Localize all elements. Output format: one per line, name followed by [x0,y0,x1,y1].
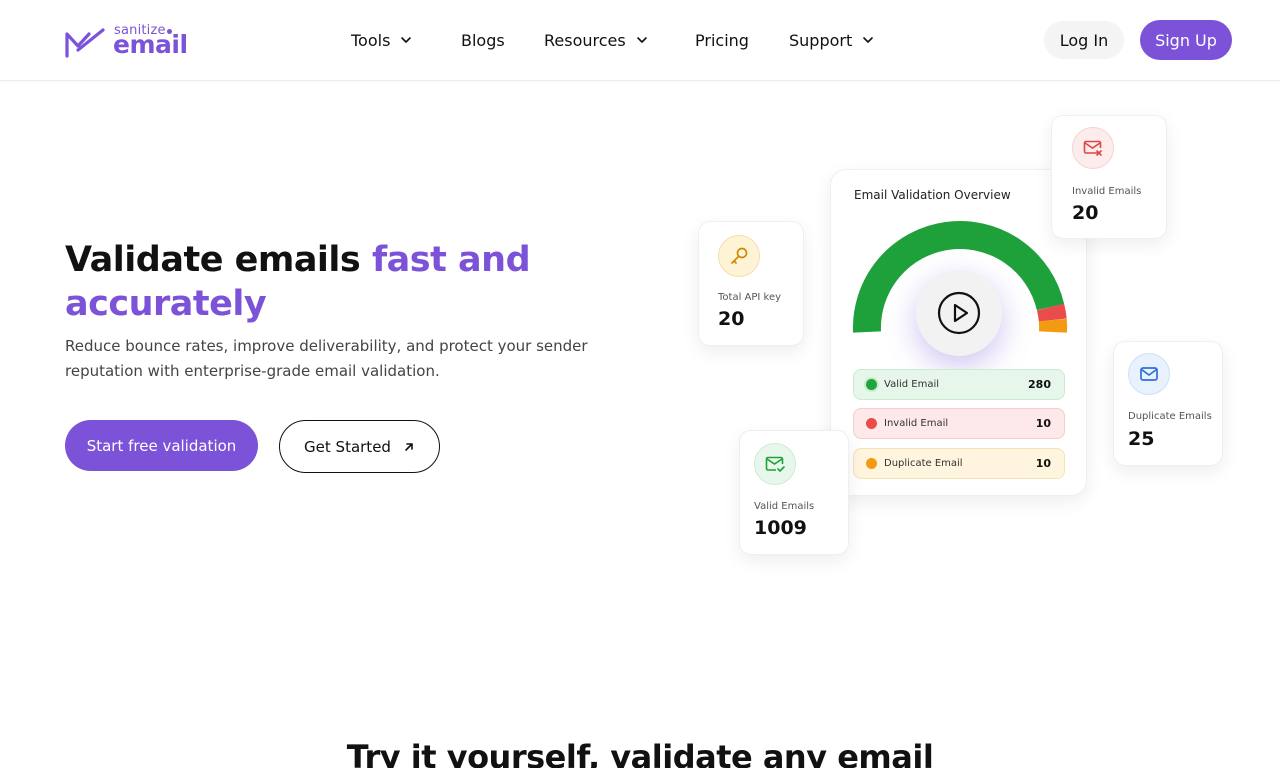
mail-check-icon [754,443,796,485]
menu-tools[interactable]: Tools [351,28,413,52]
duplicate-emails-card: Duplicate Emails 25 [1113,341,1223,466]
status-dot [866,418,877,429]
try-it-section-title: Try it yourself, validate any email [346,738,934,768]
menu-resources-label: Resources [544,30,626,50]
logo-text-big: email [113,30,188,59]
duplicate-card-label: Duplicate Emails [1128,411,1212,422]
invalid-email-row: Invalid Email 10 [853,408,1065,439]
brand-logo[interactable]: sanitize email [64,22,194,62]
get-started-button[interactable]: Get Started [279,420,440,473]
login-button[interactable]: Log In [1044,21,1124,59]
status-dot [866,458,877,469]
menu-tools-label: Tools [351,30,391,50]
arrow-up-right-icon [405,442,413,451]
chevron-down-icon [636,37,647,43]
duplicate-email-label: Duplicate Email [884,458,963,469]
duplicate-card-value: 25 [1128,428,1155,450]
invalid-email-count: 10 [1035,417,1051,430]
mail-x-icon [1072,127,1114,169]
logo-mark-icon [65,28,105,58]
valid-email-label: Valid Email [884,379,940,390]
menu-support-label: Support [789,30,853,50]
menu-blogs[interactable]: Blogs [461,28,505,52]
invalid-email-label: Invalid Email [884,418,949,429]
menu-blogs-label: Blogs [461,30,505,50]
duplicate-email-row: Duplicate Email 10 [853,448,1065,479]
valid-emails-card: Valid Emails 1009 [739,430,849,555]
valid-email-row: Valid Email 280 [853,369,1065,400]
mail-icon [1128,353,1170,395]
total-api-key-card: Total API key 20 [698,221,804,346]
api-card-value: 20 [718,308,745,330]
chevron-down-icon [401,37,412,43]
valid-card-value: 1009 [754,517,807,539]
api-card-label: Total API key [718,292,782,303]
valid-card-label: Valid Emails [754,501,815,512]
valid-email-count: 280 [1028,378,1051,391]
hero-subtitle: Reduce bounce rates, improve deliverabil… [65,337,588,380]
duplicate-email-count: 10 [1035,457,1051,470]
menu-pricing[interactable]: Pricing [695,28,749,52]
get-started-label: Get Started [304,437,391,456]
menu-support[interactable]: Support [789,28,875,52]
play-video-button[interactable] [916,270,1002,356]
invalid-card-value: 20 [1072,202,1099,224]
hero-title: Validate emails fast and accurately [65,238,625,326]
menu-pricing-label: Pricing [695,30,749,50]
status-dot [866,379,877,390]
overview-title: Email Validation Overview [854,188,1011,202]
start-free-validation-button[interactable]: Start free validation [65,420,258,471]
email-validation-overview-card: Email Validation Overview Valid Email 28… [830,169,1087,496]
key-icon [718,235,760,277]
play-icon [937,291,981,335]
hero-title-plain: Validate emails [65,240,372,280]
signup-button[interactable]: Sign Up [1140,20,1232,60]
top-navbar: sanitize email Tools Blogs Resources Pri… [0,0,1280,81]
menu-resources[interactable]: Resources [544,28,649,52]
invalid-card-label: Invalid Emails [1072,186,1142,197]
chevron-down-icon [863,37,874,43]
invalid-emails-card: Invalid Emails 20 [1051,115,1167,239]
